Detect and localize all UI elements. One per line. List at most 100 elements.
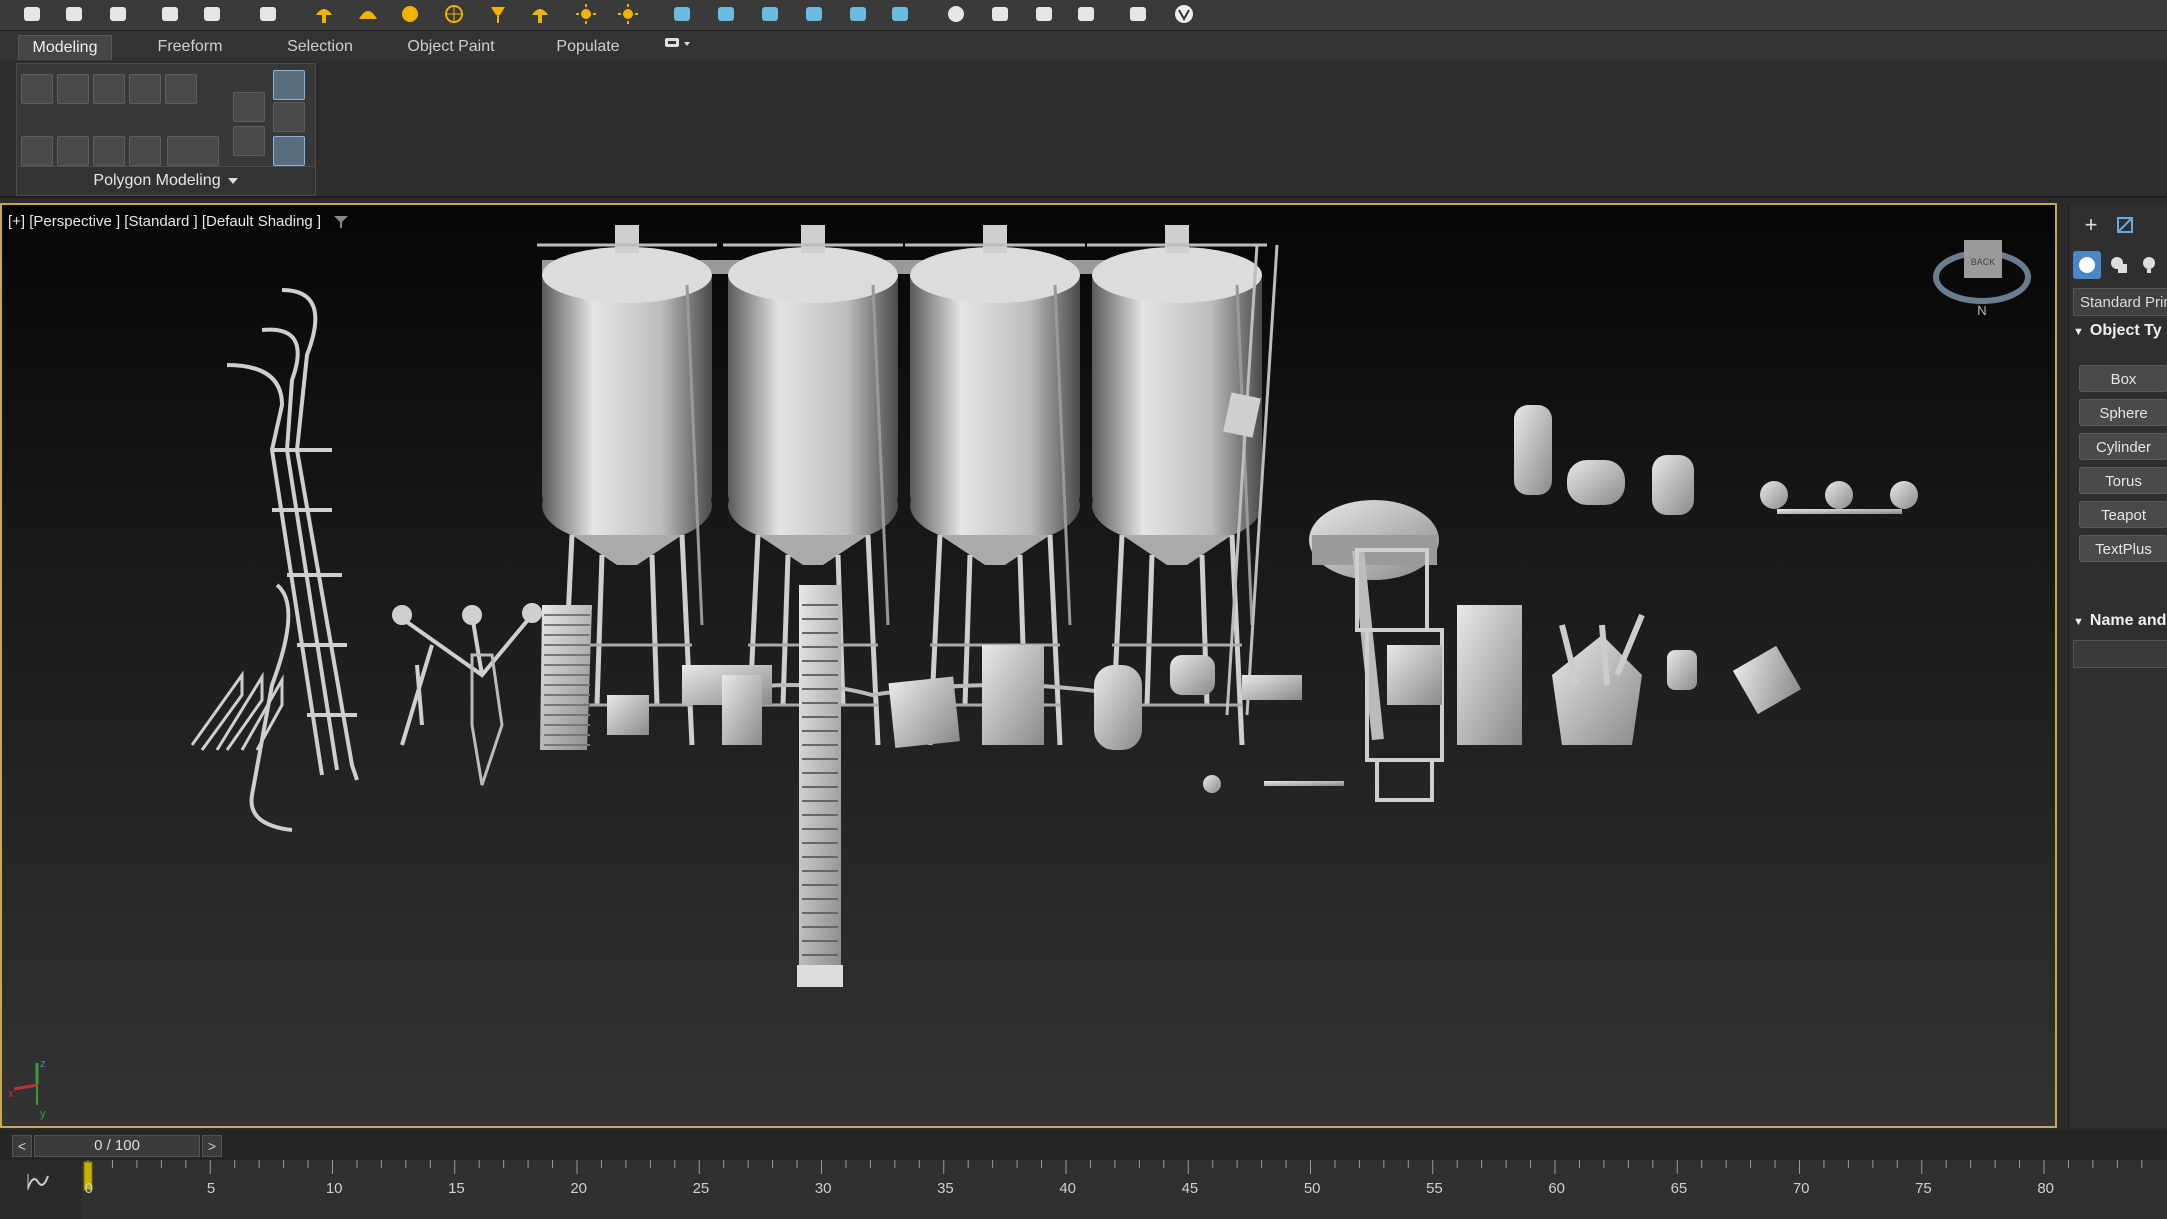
frame-ruler[interactable]: 0 5 10 15 20 25 30 35 40 45 50 55 60 65 70 75 80 — [82, 1160, 2167, 1219]
modify-mode-button[interactable] — [21, 136, 53, 166]
mr-sky-icon[interactable] — [526, 2, 554, 26]
chevron-down-icon — [227, 178, 238, 184]
axis-y-label: y — [40, 1108, 46, 1120]
ribbon-panel: Polygon Modeling — [0, 61, 2167, 198]
object-name-field[interactable] — [2073, 640, 2167, 668]
time-slider[interactable]: < 0 / 100 > — [0, 1130, 2167, 1160]
box-map-icon[interactable] — [668, 2, 696, 26]
sphere-button[interactable]: Sphere — [2079, 399, 2167, 426]
camera-icon[interactable] — [254, 2, 282, 26]
frame-tick-label: 80 — [2037, 1180, 2055, 1197]
command-panel: + Standard Prim ▼ Object Ty Box Sphere Cy… — [2068, 203, 2167, 1128]
render-setup-icon[interactable] — [156, 2, 184, 26]
sphere-light-icon[interactable] — [396, 2, 424, 26]
frame-tick-label: 75 — [1915, 1180, 1932, 1197]
render-frame-icon[interactable] — [104, 2, 132, 26]
sphere-map-icon[interactable] — [712, 2, 740, 26]
object-type-rollout[interactable]: ▼ Object Ty — [2073, 322, 2162, 340]
frame-tick-label: 30 — [814, 1180, 832, 1197]
teapot-button[interactable]: Teapot — [2079, 501, 2167, 528]
fire-icon[interactable] — [886, 2, 914, 26]
polygon-modeling-label: Polygon Modeling — [93, 172, 221, 189]
frame-tick-label: 15 — [448, 1180, 465, 1197]
dome-light-icon[interactable] — [354, 2, 382, 26]
torus-button[interactable]: Torus — [2079, 467, 2167, 494]
toggle-command-mode-button[interactable] — [273, 102, 305, 132]
ribbon-options-dropdown[interactable] — [658, 35, 698, 59]
tab-populate[interactable]: Populate — [540, 35, 636, 59]
small-equipment-group[interactable] — [607, 645, 1344, 793]
geosphere-icon[interactable] — [440, 2, 468, 26]
compass-north-label: N — [1977, 303, 1986, 318]
ribbon-tab-bar: Modeling Freeform Selection Object Paint… — [0, 31, 2167, 61]
viewcube[interactable]: BACK N — [1933, 240, 2031, 318]
material-sphere-icon[interactable] — [942, 2, 970, 26]
omni-light-icon[interactable] — [310, 2, 338, 26]
perspective-viewport[interactable]: [+] [Perspective ] [Standard ] [Default … — [0, 203, 2057, 1128]
create-tab-plus-icon[interactable]: + — [2077, 211, 2105, 239]
border-mode-button[interactable] — [93, 74, 125, 104]
geometry-category-icon[interactable] — [2073, 251, 2101, 279]
track-bar[interactable]: 0 5 10 15 20 25 30 35 40 45 50 55 60 65 70 75 80 — [0, 1160, 2167, 1219]
sky-portal-icon[interactable] — [614, 2, 642, 26]
sun-icon[interactable] — [572, 2, 600, 26]
bucket-elevator-model[interactable] — [797, 585, 843, 987]
shift-mode-button[interactable] — [129, 136, 161, 166]
rollout-collapse-icon: ▼ — [2073, 616, 2084, 628]
teapot-render-icon[interactable] — [18, 2, 46, 26]
layers-icon[interactable] — [1072, 2, 1100, 26]
grass-icon[interactable] — [844, 2, 872, 26]
textplus-button[interactable]: TextPlus — [2079, 535, 2167, 562]
edge-mode-button[interactable] — [57, 74, 89, 104]
trajectory-icon[interactable] — [756, 2, 784, 26]
mixing-tower-model[interactable] — [1309, 500, 1645, 802]
axis-z-label: z — [40, 1058, 46, 1070]
frame-tick-label: 45 — [1181, 1180, 1199, 1197]
cage-ladder-model[interactable] — [470, 653, 504, 786]
tab-object-paint[interactable]: Object Paint — [398, 35, 504, 59]
select-mode-button[interactable] — [57, 136, 89, 166]
axis-x-label: x — [8, 1088, 14, 1100]
next-frame-button[interactable]: > — [202, 1135, 222, 1157]
frame-counter[interactable]: 0 / 100 — [34, 1135, 200, 1157]
primitive-type-dropdown[interactable]: Standard Prim — [2073, 288, 2167, 316]
tab-freeform[interactable]: Freeform — [138, 35, 242, 59]
object-type-rollout-label: Object Ty — [2089, 322, 2162, 339]
pipe-rack-model[interactable] — [226, 288, 359, 832]
tab-modeling[interactable]: Modeling — [18, 35, 112, 60]
pipe-fitting-model[interactable] — [392, 603, 542, 746]
teapot-render-icon[interactable] — [60, 2, 88, 26]
frame-tick-label: 5 — [206, 1180, 216, 1197]
box-button[interactable]: Box — [2079, 365, 2167, 392]
prev-frame-button[interactable]: < — [12, 1135, 32, 1157]
modify-tab-icon[interactable] — [2111, 211, 2139, 239]
viewcube-back-label: BACK — [1971, 257, 1996, 267]
name-and-color-rollout[interactable]: ▼ Name and — [2073, 612, 2166, 630]
circle-tool-button[interactable] — [167, 136, 219, 166]
pin-stack-button[interactable] — [233, 92, 265, 122]
render-setup-icon[interactable] — [198, 2, 226, 26]
polygon-mode-button[interactable] — [129, 74, 161, 104]
show-end-result-button[interactable] — [273, 70, 305, 100]
name-rollout-label: Name and — [2089, 612, 2167, 629]
shapes-category-icon[interactable] — [2105, 251, 2133, 279]
preserve-uvs-button[interactable] — [273, 136, 305, 166]
collapse-stack-button[interactable] — [233, 126, 265, 156]
stair-tower-model[interactable] — [540, 605, 592, 750]
polygon-modeling-dropdown[interactable]: Polygon Modeling — [17, 166, 315, 195]
vertex-mode-button[interactable] — [21, 74, 53, 104]
polygon-modeling-group: Polygon Modeling — [16, 63, 316, 196]
curve-editor-icon[interactable] — [26, 1172, 50, 1197]
vray-icon[interactable] — [1170, 2, 1198, 26]
silo-battery-model[interactable] — [537, 225, 1279, 746]
cylinder-button[interactable]: Cylinder — [2079, 433, 2167, 460]
tab-selection[interactable]: Selection — [268, 35, 372, 59]
element-mode-button[interactable] — [165, 74, 197, 104]
lights-category-icon[interactable] — [2135, 251, 2163, 279]
material-explorer-icon[interactable] — [986, 2, 1014, 26]
spot-light-icon[interactable] — [484, 2, 512, 26]
grid-icon[interactable] — [800, 2, 828, 26]
paint-mode-button[interactable] — [93, 136, 125, 166]
paint-icon[interactable] — [1030, 2, 1058, 26]
layer-explorer-icon[interactable] — [1124, 2, 1152, 26]
